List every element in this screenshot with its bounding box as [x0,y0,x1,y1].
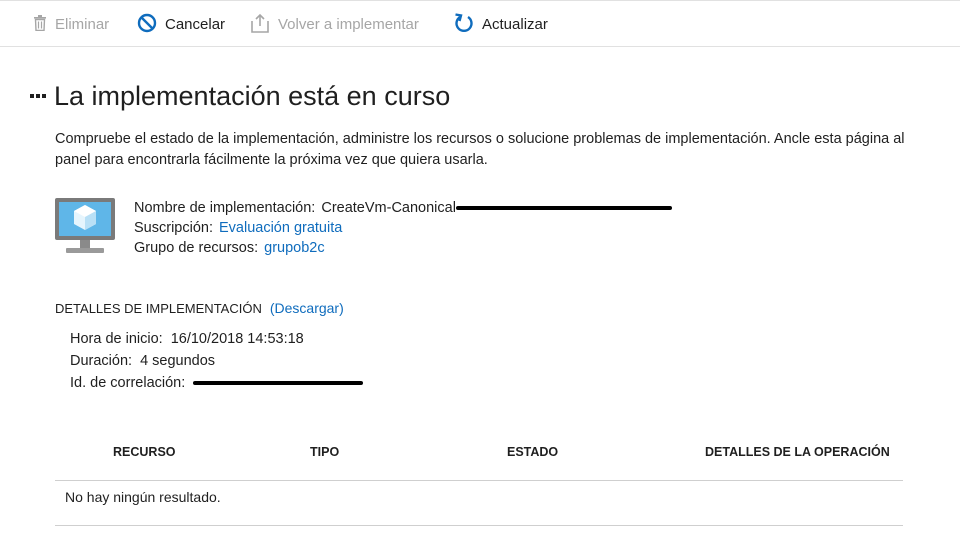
redaction-mark [455,206,672,211]
upload-icon [250,13,270,37]
duration-row: Duración: 4 segundos [70,350,363,372]
deployment-details-header: DETALLES DE IMPLEMENTACIÓN (Descargar) [55,300,344,316]
deployment-details: Hora de inicio: 16/10/2018 14:53:18 Durac… [70,328,364,394]
column-header-type[interactable]: TIPO [310,445,339,459]
refresh-button[interactable]: Actualizar [454,1,548,48]
deployment-name-label: Nombre de implementación: [134,200,316,216]
trash-icon [33,14,47,35]
column-header-status[interactable]: ESTADO [507,445,558,459]
virtual-machine-icon [54,197,116,257]
resource-group-link[interactable]: grupob2c [264,240,324,256]
start-time-label: Hora de inicio: [70,331,163,347]
deployment-summary: Nombre de implementación: CreateVm-Canoni… [134,198,672,258]
duration-value: 4 segundos [140,353,216,369]
deployment-name-row: Nombre de implementación: CreateVm-Canoni… [134,198,672,218]
page-title: La implementación está en curso [54,80,451,111]
page-description: Compruebe el estado de la implementación… [55,131,905,168]
delete-label: Eliminar [55,16,110,33]
correlation-label: Id. de correlación: [70,375,186,391]
start-time-value: 16/10/2018 14:53:18 [170,331,304,347]
empty-message: No hay ningún resultado. [65,489,221,505]
in-progress-icon [30,94,46,98]
column-header-resource[interactable]: RECURSO [113,445,176,459]
subscription-row: Suscripción: Evaluación gratuita [134,218,672,238]
correlation-row: Id. de correlación: [70,372,364,394]
start-time-row: Hora de inicio: 16/10/2018 14:53:18 [70,328,363,350]
redaction-mark [193,381,364,386]
delete-button[interactable]: Eliminar [33,1,109,48]
redeploy-button[interactable]: Volver a implementar [250,1,419,48]
subscription-label: Suscripción: [134,220,213,236]
table-body: No hay ningún resultado. [55,481,903,526]
deployment-details-heading: DETALLES DE IMPLEMENTACIÓN [55,301,262,316]
table-header: RECURSO TIPO ESTADO DETALLES DE LA OPERA… [55,432,903,481]
refresh-label: Actualizar [482,16,548,33]
subscription-link[interactable]: Evaluación gratuita [219,220,342,236]
redeploy-label: Volver a implementar [278,16,419,33]
cancel-label: Cancelar [165,16,226,33]
column-header-operation-details[interactable]: DETALLES DE LA OPERACIÓN [705,445,890,459]
resource-group-label: Grupo de recursos: [134,240,259,256]
cancel-circle-icon [137,13,157,37]
title-row: La implementación está en curso [30,78,450,114]
operations-table: RECURSO TIPO ESTADO DETALLES DE LA OPERA… [55,432,903,526]
deployment-name-value: CreateVm-Canonical [321,200,456,216]
cancel-button[interactable]: Cancelar [137,1,225,48]
duration-label: Duración: [70,353,133,369]
download-link[interactable]: (Descargar) [270,300,344,316]
resource-group-row: Grupo de recursos: grupob2c [134,238,672,258]
command-bar: Eliminar Cancelar Volver a implementar A… [0,0,960,47]
refresh-icon [454,12,474,38]
